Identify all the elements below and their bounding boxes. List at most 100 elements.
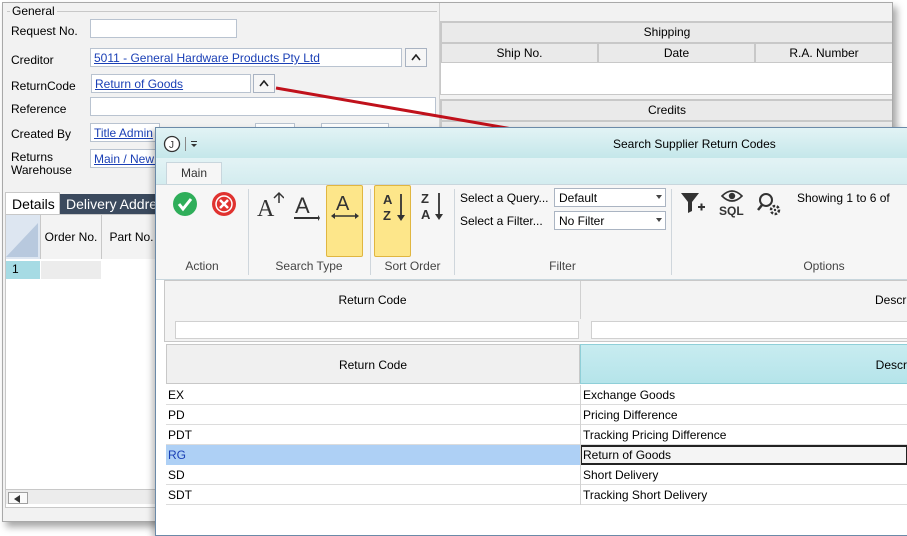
- table-row[interactable]: SD Short Delivery: [166, 465, 907, 485]
- sort-ascending-icon: AZ: [383, 192, 405, 223]
- cell-divider: [580, 425, 581, 445]
- shipping-title: Shipping: [441, 22, 892, 43]
- shipping-panel: Shipping Ship No. Date R.A. Number: [440, 21, 892, 95]
- results-grid: Return Code Descr EX Exchange Goods PD Pric…: [156, 344, 907, 535]
- cell-return-code[interactable]: PDT: [168, 428, 192, 442]
- sort-ascending-button[interactable]: AZ: [374, 185, 411, 257]
- cell-description[interactable]: Short Delivery: [583, 468, 658, 482]
- filter-input-return-code[interactable]: [175, 321, 579, 339]
- return-code-label: ReturnCode: [11, 79, 76, 93]
- filter-header-description[interactable]: Descri: [581, 281, 907, 319]
- chevron-up-icon: [411, 54, 421, 61]
- results-header-description[interactable]: Descr: [580, 344, 907, 384]
- table-row[interactable]: SDT Tracking Short Delivery: [166, 485, 907, 505]
- svg-text:A: A: [336, 193, 350, 215]
- cell-divider: [580, 485, 581, 505]
- cell-return-code[interactable]: EX: [168, 388, 184, 402]
- table-row[interactable]: EX Exchange Goods: [166, 385, 907, 405]
- svg-text:J: J: [169, 140, 174, 151]
- selected-row-highlight: [166, 445, 580, 465]
- dropdown-arrow-icon: [656, 195, 662, 199]
- filter-select[interactable]: No Filter: [554, 211, 666, 230]
- cell-description[interactable]: Tracking Short Delivery: [583, 488, 707, 502]
- details-hscrollbar[interactable]: [6, 489, 161, 504]
- shipping-col-ra-number[interactable]: R.A. Number: [755, 43, 892, 63]
- cell-divider: [580, 385, 581, 405]
- reference-field[interactable]: [90, 97, 436, 116]
- creditor-link[interactable]: 5011 - General Hardware Products Pty Ltd: [94, 51, 320, 65]
- cell-return-code[interactable]: SDT: [168, 488, 192, 502]
- cancel-icon[interactable]: [211, 191, 237, 217]
- details-col-part-no[interactable]: Part No.: [102, 215, 161, 259]
- quick-access-menu-icon[interactable]: [190, 140, 198, 148]
- svg-text:A: A: [257, 196, 275, 221]
- created-by-field[interactable]: Title Admin: [90, 123, 160, 142]
- returns-warehouse-label-line2: Warehouse: [11, 163, 72, 177]
- search-type-grow-icon[interactable]: A: [256, 191, 284, 221]
- add-filter-icon[interactable]: [680, 191, 706, 217]
- cell-description[interactable]: Exchange Goods: [583, 388, 675, 402]
- ribbon-tab-strip: [156, 158, 907, 184]
- cell-return-code[interactable]: PD: [168, 408, 185, 422]
- table-row[interactable]: PDT Tracking Pricing Difference: [166, 425, 907, 445]
- svg-text:A: A: [295, 193, 310, 218]
- cell-return-code[interactable]: RG: [168, 448, 186, 462]
- tab-details[interactable]: Details: [5, 192, 60, 214]
- filter-input-description[interactable]: [591, 321, 907, 339]
- returns-warehouse-field[interactable]: Main / New S: [90, 149, 160, 168]
- request-no-label: Request No.: [11, 24, 78, 38]
- select-filter-label: Select a Filter...: [460, 214, 543, 228]
- returns-warehouse-label: Returns Warehouse: [11, 151, 72, 177]
- dropdown-arrow-icon: [656, 218, 662, 222]
- return-code-lookup-button[interactable]: [253, 74, 275, 93]
- sort-descending-icon[interactable]: ZA: [418, 189, 448, 225]
- query-select[interactable]: Default: [554, 188, 666, 207]
- tab-delivery-address[interactable]: Delivery Addre: [60, 194, 160, 214]
- table-row[interactable]: RG Return of Goods: [166, 445, 907, 465]
- created-by-link[interactable]: Title Admin: [94, 126, 153, 140]
- grid-corner: [6, 215, 41, 259]
- chevron-up-icon: [259, 80, 269, 87]
- sql-button[interactable]: SQL: [717, 189, 747, 223]
- sql-label: SQL: [719, 204, 744, 218]
- scroll-left-icon: [14, 495, 20, 503]
- cell-divider: [580, 405, 581, 425]
- search-type-underline-icon[interactable]: A: [292, 191, 320, 221]
- filter-select-value: No Filter: [559, 214, 605, 228]
- scroll-left-button[interactable]: [8, 492, 28, 504]
- returns-warehouse-link[interactable]: Main / New S: [94, 152, 159, 166]
- results-header-return-code[interactable]: Return Code: [166, 344, 580, 384]
- confirm-icon[interactable]: [172, 191, 198, 217]
- filter-header-return-code[interactable]: Return Code: [165, 281, 581, 319]
- credits-title: Credits: [441, 100, 892, 121]
- return-code-link[interactable]: Return of Goods: [95, 77, 183, 91]
- shipping-col-date[interactable]: Date: [598, 43, 755, 63]
- search-type-contains-icon: A: [331, 193, 359, 219]
- general-group-title: General: [10, 4, 57, 18]
- tab-main[interactable]: Main: [166, 162, 222, 186]
- search-dialog: J Search Supplier Return Codes Main Acti…: [155, 127, 907, 536]
- return-code-field[interactable]: Return of Goods: [91, 74, 251, 93]
- details-col-order-no[interactable]: Order No.: [41, 215, 102, 259]
- shipping-col-ship-no[interactable]: Ship No.: [441, 43, 598, 63]
- search-type-contains-button[interactable]: A: [326, 185, 363, 257]
- creditor-label: Creditor: [11, 53, 54, 67]
- eye-icon: [721, 190, 743, 202]
- request-no-field[interactable]: [90, 19, 237, 38]
- svg-text:Z: Z: [383, 208, 391, 223]
- creditor-lookup-button[interactable]: [405, 48, 427, 67]
- details-row-indicator[interactable]: 1: [6, 261, 40, 279]
- cell-return-code[interactable]: SD: [168, 468, 185, 482]
- cell-description[interactable]: Tracking Pricing Difference: [583, 428, 726, 442]
- cell-description[interactable]: Pricing Difference: [583, 408, 678, 422]
- quick-access-separator: [185, 137, 186, 151]
- cell-divider: [580, 465, 581, 485]
- cell-description[interactable]: Return of Goods: [583, 448, 671, 462]
- table-row[interactable]: PD Pricing Difference: [166, 405, 907, 425]
- creditor-field[interactable]: 5011 - General Hardware Products Pty Ltd: [90, 48, 402, 67]
- search-settings-icon[interactable]: [756, 191, 784, 219]
- details-cell-order[interactable]: [41, 261, 101, 279]
- app-logo-icon: J: [163, 135, 181, 153]
- dialog-title: Search Supplier Return Codes: [613, 137, 776, 151]
- filter-area: Return Code Descri: [164, 280, 907, 342]
